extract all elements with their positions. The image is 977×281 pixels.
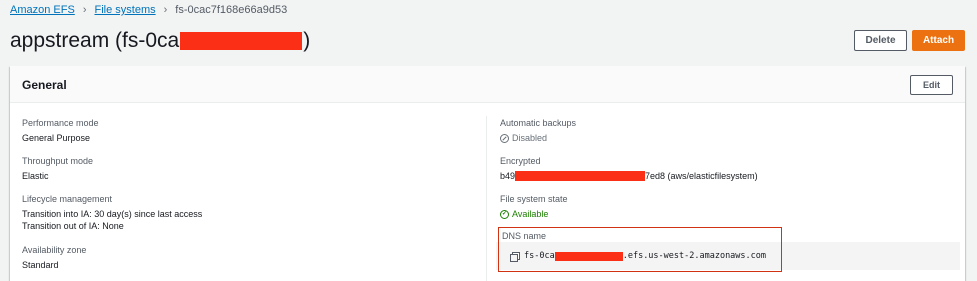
availability-zone-field: Availability zone Standard xyxy=(22,244,86,271)
file-system-state-value: Available xyxy=(512,209,549,219)
performance-mode-value: General Purpose xyxy=(22,133,91,143)
lifecycle-management-field: Lifecycle management Transition into IA:… xyxy=(22,193,202,232)
availability-zone-label: Availability zone xyxy=(22,245,87,255)
redaction-box xyxy=(180,32,303,50)
file-system-state-field: File system state ✓ Available xyxy=(500,193,568,220)
general-panel: General Edit Performance mode General Pu… xyxy=(10,66,965,281)
edit-button[interactable]: Edit xyxy=(910,75,953,95)
chevron-right-icon: › xyxy=(82,4,87,16)
lifecycle-management-label: Lifecycle management xyxy=(22,194,113,204)
dns-name-value: fs-0ca .efs.us-west-2.amazonaws.com xyxy=(510,251,767,262)
throughput-mode-label: Throughput mode xyxy=(22,156,94,166)
breadcrumb: Amazon EFS › File systems › fs-0cac7f168… xyxy=(10,3,287,17)
panel-header: General Edit xyxy=(10,66,965,103)
throughput-mode-value: Elastic xyxy=(22,171,49,181)
performance-mode-label: Performance mode xyxy=(22,118,99,128)
breadcrumb-current: fs-0cac7f168e66a9d53 xyxy=(175,4,288,16)
dns-name-label: DNS name xyxy=(502,231,547,241)
disabled-status-icon xyxy=(500,133,509,143)
file-system-state-status: ✓ Available xyxy=(500,208,568,220)
page-title: appstream (fs-0ca ) xyxy=(10,29,310,53)
copy-icon[interactable] xyxy=(510,251,520,262)
redaction-box xyxy=(554,251,623,261)
encrypted-label: Encrypted xyxy=(500,156,541,166)
file-system-state-label: File system state xyxy=(500,194,568,204)
automatic-backups-status: Disabled xyxy=(500,132,576,144)
breadcrumb-amazon-efs[interactable]: Amazon EFS xyxy=(10,4,75,16)
attach-button[interactable]: Attach xyxy=(912,30,965,51)
dns-prefix: fs-0ca xyxy=(524,251,555,261)
check-circle-icon: ✓ xyxy=(500,209,509,219)
dns-name-highlight: DNS name xyxy=(498,227,782,272)
lifecycle-transition-into-ia: Transition into IA: 30 day(s) since last… xyxy=(22,209,203,219)
lifecycle-transition-out-of-ia: Transition out of IA: None xyxy=(22,221,124,231)
page-title-suffix: ) xyxy=(303,29,311,52)
redaction-box xyxy=(515,171,646,181)
automatic-backups-field: Automatic backups Disabled xyxy=(500,117,576,144)
page-title-prefix: appstream (fs-0ca xyxy=(10,29,180,52)
automatic-backups-value: Disabled xyxy=(512,133,548,143)
delete-button[interactable]: Delete xyxy=(854,30,907,51)
throughput-mode-field: Throughput mode Elastic xyxy=(22,155,93,182)
column-divider xyxy=(486,116,487,281)
chevron-right-icon: › xyxy=(163,4,168,16)
performance-mode-field: Performance mode General Purpose xyxy=(22,117,99,144)
dns-suffix: .efs.us-west-2.amazonaws.com xyxy=(622,251,767,261)
automatic-backups-label: Automatic backups xyxy=(500,118,577,128)
encrypted-value: b49 7ed8 (aws/elasticfilesystem) xyxy=(500,170,758,182)
breadcrumb-file-systems[interactable]: File systems xyxy=(94,4,155,16)
panel-title: General xyxy=(22,78,67,92)
encrypted-key-suffix: 7ed8 (aws/elasticfilesystem) xyxy=(645,171,758,181)
encrypted-field: Encrypted b49 7ed8 (aws/elasticfilesyste… xyxy=(500,155,758,182)
availability-zone-value: Standard xyxy=(22,260,59,270)
encrypted-key-prefix: b49 xyxy=(500,171,516,181)
